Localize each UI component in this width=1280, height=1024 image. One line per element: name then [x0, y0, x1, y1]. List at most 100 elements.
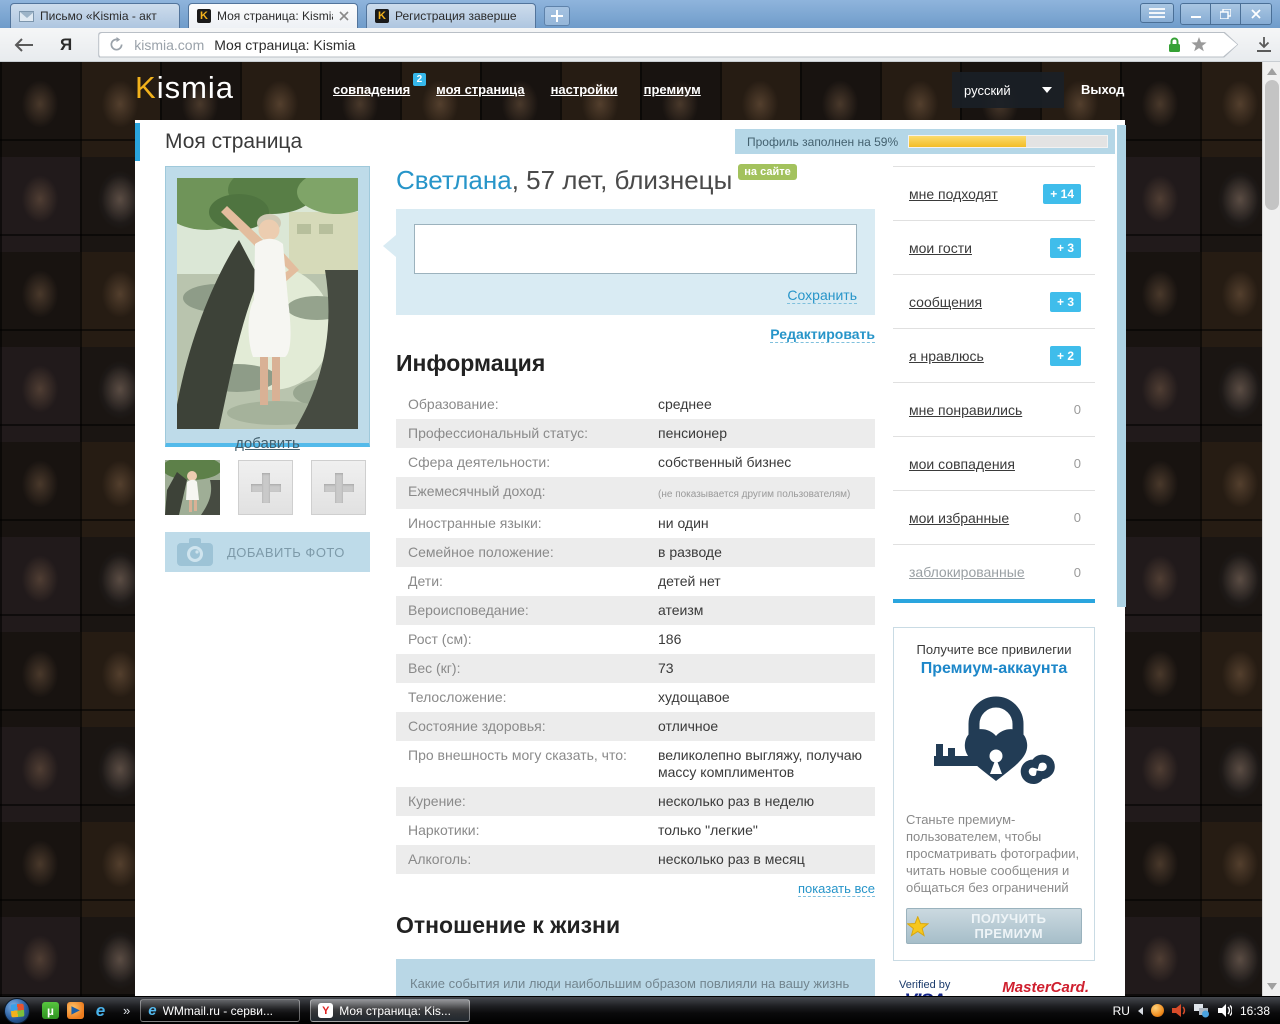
sidebar-item-liked-by[interactable]: я нравлюсь + 2	[893, 329, 1095, 383]
table-row: Иностранные языки: ни один	[408, 515, 709, 531]
sidebar-item-messages[interactable]: сообщения + 3	[893, 275, 1095, 329]
profile-photo-card[interactable]: добавить	[165, 166, 370, 452]
scroll-up-icon[interactable]	[1267, 68, 1277, 75]
restore-button[interactable]	[1211, 4, 1241, 24]
browser-toolbar: Я kismia.com Моя страница: Kismia	[0, 28, 1280, 62]
window-scrollbar[interactable]	[1262, 62, 1280, 996]
tray-app-icon[interactable]	[1150, 1004, 1164, 1017]
main-column: Светлана, 57 лет, близнецы на сайте Сохра…	[383, 164, 875, 996]
add-photo-slot[interactable]	[311, 460, 366, 515]
matches-count-badge: 2	[412, 73, 427, 86]
taskbar-button-wmmail[interactable]: e WMmail.ru - серви...	[140, 999, 301, 1022]
info-heading: Информация	[396, 350, 546, 376]
logout-link[interactable]: Выход	[1081, 82, 1124, 97]
table-row: Алкоголь: несколько раз в месяц	[396, 845, 875, 874]
kismia-favicon-icon: K	[375, 9, 389, 23]
nav-premium[interactable]: премиум	[644, 82, 701, 97]
media-player-icon[interactable]: ▶	[67, 1002, 84, 1019]
bookmark-star-icon[interactable]	[1191, 37, 1207, 52]
tab-registration[interactable]: K Регистрация заверше	[366, 3, 536, 28]
count-badge: + 3	[1049, 237, 1081, 258]
life-heading: Отношение к жизни	[396, 912, 621, 938]
utorrent-icon[interactable]: µ	[42, 1002, 59, 1019]
taskbar-button-kismia[interactable]: Y Моя страница: Kis...	[310, 999, 471, 1022]
progress-track	[908, 135, 1108, 148]
life-question-box[interactable]: Какие события или люди наибольшим образо…	[396, 959, 875, 996]
life-question-placeholder: Какие события или люди наибольшим образо…	[410, 976, 850, 996]
plus-icon	[323, 472, 354, 503]
sidebar-item-blocked[interactable]: заблокированные 0	[893, 545, 1095, 599]
table-row: Дети: детей нет	[408, 573, 721, 589]
close-button[interactable]	[1241, 4, 1271, 24]
get-premium-button[interactable]: ПОЛУЧИТЬ ПРЕМИУМ	[906, 908, 1082, 944]
tray-speaker-red-icon[interactable]	[1171, 1004, 1186, 1017]
new-tab-button[interactable]	[544, 6, 570, 26]
minimize-button[interactable]	[1181, 4, 1211, 24]
save-status-link[interactable]: Сохранить	[787, 287, 857, 304]
photo-column: добавить ДОБАВИТЬ ФОТО	[165, 166, 370, 572]
sidebar-item-i-liked[interactable]: мне понравились 0	[893, 383, 1095, 437]
kismia-logo[interactable]: Kismia	[135, 70, 234, 106]
sidebar-item-guests[interactable]: мои гости + 3	[893, 221, 1095, 275]
premium-title: Премиум-аккаунта	[920, 660, 1068, 677]
add-photo-slot[interactable]	[238, 460, 293, 515]
language-indicator[interactable]: RU	[1113, 1004, 1130, 1018]
decorative-blue-strip	[1117, 125, 1126, 607]
quick-launch: µ ▶ e »	[42, 1001, 130, 1020]
progress-label: Профиль заполнен на 59%	[747, 134, 899, 149]
site-header: Kismia совпадения 2 моя страница настройк…	[0, 62, 1262, 120]
info-table: Образование: среднее Профессиональный ста…	[396, 390, 875, 874]
secure-lock-icon	[1168, 37, 1181, 53]
add-photo-link[interactable]: добавить	[177, 435, 358, 452]
overflow-chevron-icon[interactable]: »	[123, 1003, 130, 1018]
back-icon[interactable]	[14, 37, 34, 52]
sidebar-item-favorites[interactable]: мои избранные 0	[893, 491, 1095, 545]
sidebar-item-my-matches[interactable]: мои совпадения 0	[893, 437, 1095, 491]
heart-lock-key-icon	[934, 696, 1055, 784]
status-input[interactable]	[414, 224, 857, 274]
table-row: Рост (см): 186	[408, 631, 682, 647]
sidebar-column: мне подходят + 14 мои гости + 3 сообщения +…	[893, 166, 1095, 996]
tab-title: Моя страница: Kismia	[217, 9, 333, 23]
address-bar[interactable]: kismia.com Моя страница: Kismia	[98, 32, 1238, 58]
close-tab-icon[interactable]	[339, 11, 349, 21]
profile-name: Светлана	[396, 165, 512, 195]
add-photo-button[interactable]: ДОБАВИТЬ ФОТО	[165, 532, 370, 572]
browser-tabstrip: Письмо «Kismia - акт K Моя страница: Kis…	[0, 0, 1280, 28]
nav-matches[interactable]: совпадения 2	[333, 73, 427, 97]
hidden-icons-arrow[interactable]	[1137, 1006, 1143, 1015]
internet-explorer-icon: e	[148, 1002, 157, 1019]
url-domain: kismia.com	[134, 36, 205, 53]
table-row: Вес (кг): 73	[396, 654, 875, 683]
sidebar-item-suits-me[interactable]: мне подходят + 14	[893, 167, 1095, 221]
windows-taskbar: µ ▶ e » e WMmail.ru - серви... Y Моя стр…	[0, 996, 1280, 1024]
photo-thumbnail[interactable]	[165, 460, 220, 515]
start-button[interactable]	[4, 997, 30, 1024]
internet-explorer-icon[interactable]: e	[92, 1001, 109, 1020]
nav-my-page[interactable]: моя страница	[436, 82, 524, 97]
language-select[interactable]: русский	[952, 72, 1064, 108]
refresh-icon[interactable]	[109, 37, 124, 52]
table-row: Сфера деятельности: собственный бизнес	[408, 454, 792, 470]
page-viewport: Kismia совпадения 2 моя страница настройк…	[0, 62, 1280, 996]
table-row: Вероисповедание: атеизм	[396, 596, 875, 625]
yandex-logo[interactable]: Я	[60, 35, 72, 55]
profile-progress-widget: Профиль заполнен на 59%	[735, 129, 1115, 154]
scrollbar-thumb[interactable]	[1265, 80, 1279, 210]
edit-profile-link[interactable]: Редактировать	[770, 326, 875, 343]
kismia-favicon-icon: K	[197, 9, 211, 23]
tab-mail[interactable]: Письмо «Kismia - акт	[10, 3, 180, 28]
main-nav: совпадения 2 моя страница настройки преми…	[333, 73, 701, 97]
download-icon[interactable]	[1256, 36, 1272, 53]
browser-menu-icon[interactable]	[1140, 3, 1174, 23]
page-title: Моя страница	[165, 130, 303, 153]
scroll-down-icon[interactable]	[1267, 983, 1277, 990]
tab-my-page[interactable]: K Моя страница: Kismia	[188, 3, 358, 28]
premium-promo: Получите все привилегии Премиум-аккаунта…	[893, 627, 1095, 961]
camera-icon	[177, 538, 213, 566]
nav-settings[interactable]: настройки	[551, 82, 618, 97]
show-all-link[interactable]: показать все	[797, 881, 875, 897]
volume-icon[interactable]	[1217, 1004, 1232, 1017]
network-icon[interactable]	[1193, 1003, 1210, 1018]
status-bubble: Сохранить	[383, 209, 875, 315]
